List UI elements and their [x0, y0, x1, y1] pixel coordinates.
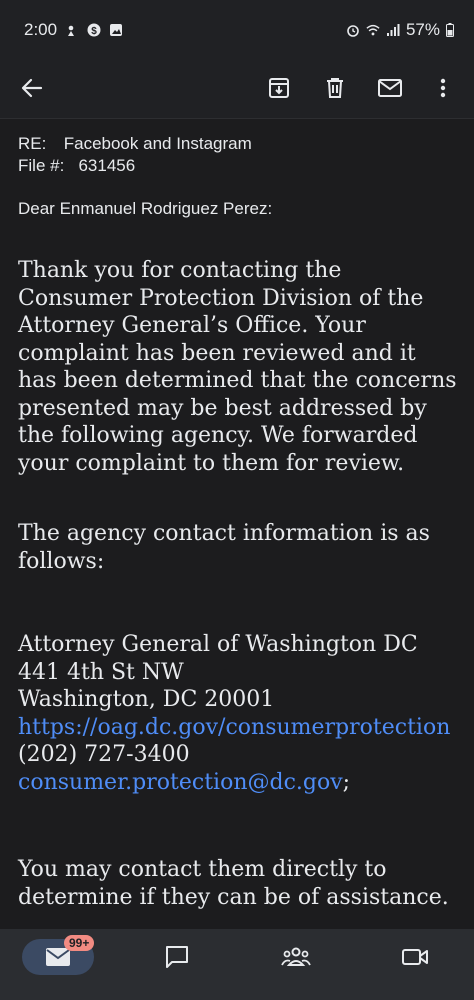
s-app-icon: $ [87, 23, 101, 37]
spaces-icon [281, 947, 311, 966]
mail-unread-badge: 99+ [64, 935, 95, 951]
body-paragraph-3: You may contact them directly to determi… [18, 857, 449, 910]
agency-name: Attorney General of Washington DC [18, 632, 418, 657]
nav-chat[interactable] [141, 939, 213, 975]
meet-icon [402, 949, 428, 965]
mark-unread-icon [378, 79, 402, 97]
svg-text:$: $ [91, 26, 97, 37]
agency-email-line: consumer.protection@dc.gov; [18, 769, 468, 797]
wifi-icon [366, 24, 380, 36]
body-paragraph-2: The agency contact information is as fol… [18, 521, 430, 574]
mark-unread-button[interactable] [370, 68, 410, 108]
greeting: Dear Enmanuel Rodriguez Perez: [18, 199, 273, 218]
bottom-navigation: 99+ [0, 929, 474, 1000]
status-right: 57% [346, 20, 454, 40]
agency-email-link[interactable]: consumer.protection@dc.gov [18, 770, 343, 795]
agency-phone: (202) 727-3400 [18, 742, 190, 767]
back-arrow-icon [21, 78, 43, 98]
file-value: 631456 [78, 156, 136, 175]
delete-icon [327, 78, 343, 98]
agency-address: Attorney General of Washington DC 441 4t… [18, 631, 468, 796]
agency-url-link[interactable]: https://oag.dc.gov/consumerprotection [18, 714, 468, 742]
battery-percent: 57% [405, 20, 440, 39]
re-line: RE: Facebook and Instagram [18, 133, 252, 155]
nav-meet[interactable] [379, 939, 451, 975]
email-body: RE: Facebook and Instagram File #: 63145… [0, 119, 474, 929]
nav-spaces[interactable] [260, 939, 332, 975]
body-paragraph-1: Thank you for contacting the Consumer Pr… [18, 258, 457, 476]
more-options-button[interactable] [423, 68, 463, 108]
chat-icon [166, 946, 188, 968]
battery-icon [446, 23, 454, 37]
delete-button[interactable] [315, 68, 355, 108]
archive-icon [269, 78, 289, 98]
archive-button[interactable] [259, 68, 299, 108]
more-vert-icon [440, 78, 446, 98]
status-bar: 2:00 $ 57% [0, 0, 474, 56]
signal-icon [386, 24, 400, 36]
file-line: File #: 631456 [18, 155, 252, 177]
clock: 2:00 [24, 20, 58, 39]
email-reference: RE: Facebook and Instagram File #: 63145… [18, 133, 252, 177]
notification-icon [68, 25, 75, 36]
image-icon [110, 24, 123, 36]
email-toolbar [0, 56, 474, 118]
status-left: 2:00 $ [24, 20, 123, 40]
agency-street: 441 4th St NW [18, 659, 184, 685]
mail-icon [46, 948, 70, 966]
re-value: Facebook and Instagram [63, 134, 252, 153]
agency-city: Washington, DC 20001 [18, 687, 275, 712]
file-label: File #: [18, 156, 65, 175]
agency-email-suffix: ; [342, 769, 351, 795]
re-label: RE: [18, 134, 47, 153]
back-button[interactable] [12, 68, 52, 108]
alarm-icon [347, 25, 359, 37]
